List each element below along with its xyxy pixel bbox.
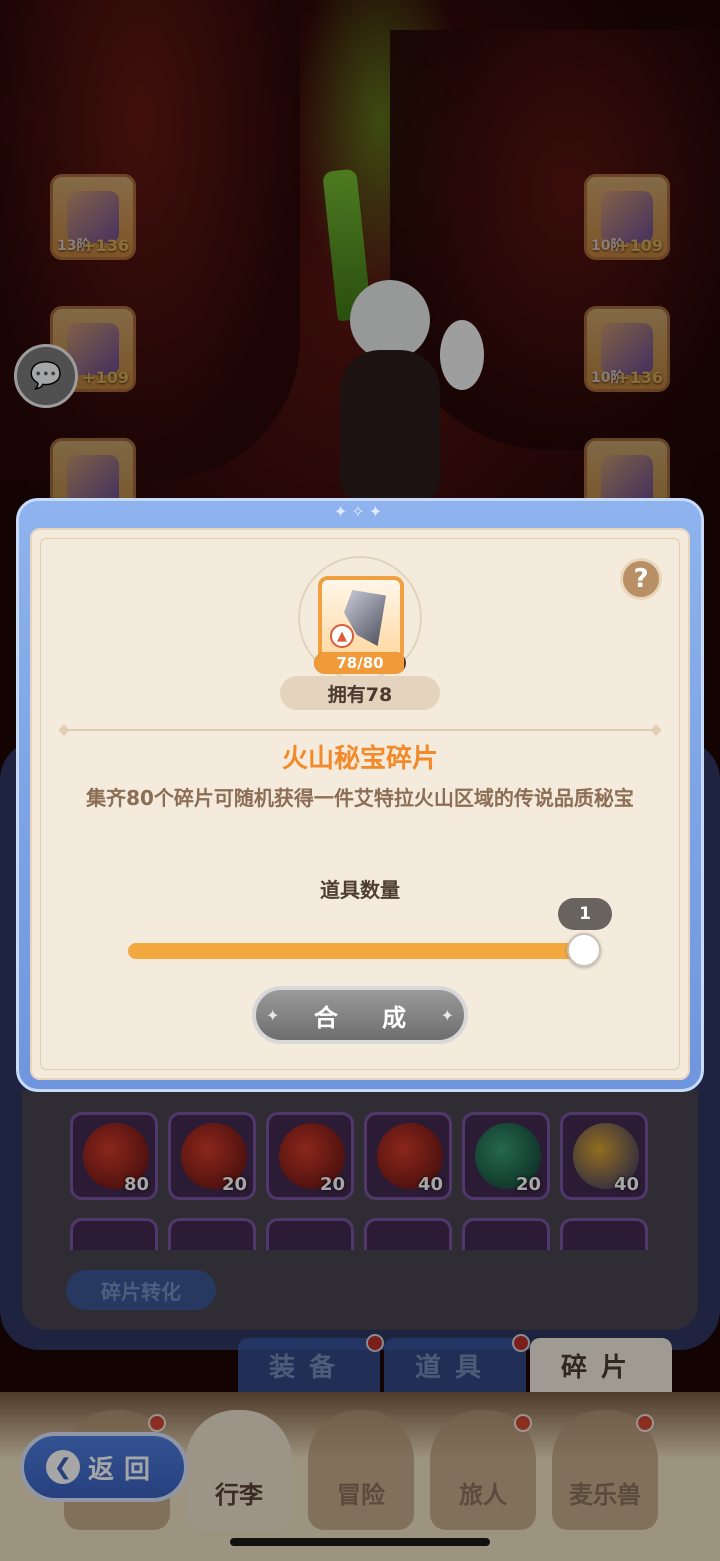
quantity-slider-handle[interactable] (567, 933, 601, 967)
quantity-slider[interactable] (128, 943, 598, 959)
item-description: 集齐80个碎片可随机获得一件艾特拉火山区域的传说品质秘宝 (86, 786, 634, 810)
modal-ornament: ✦✧✦ (333, 502, 387, 521)
owned-count-label: 拥有78 (280, 676, 440, 710)
fire-icon: ▲ (330, 624, 354, 648)
question-icon: ? (633, 564, 649, 594)
volcano-treasure-shard-icon: ▲ (318, 576, 404, 662)
sparkle-icon: ✦ (266, 1006, 280, 1025)
quantity-label: 道具数量 (320, 878, 400, 902)
quantity-slider-fill (128, 943, 598, 959)
help-button[interactable]: ? (620, 558, 662, 600)
section-divider (64, 729, 656, 731)
item-name: 火山秘宝碎片 (281, 744, 438, 774)
craft-button[interactable]: ✦ 合 成 ✦ (252, 986, 468, 1044)
quantity-value-badge: 1 (558, 898, 612, 930)
sparkle-icon: ✦ (440, 1006, 454, 1025)
fragment-progress-bar: 78/80 (314, 652, 406, 674)
